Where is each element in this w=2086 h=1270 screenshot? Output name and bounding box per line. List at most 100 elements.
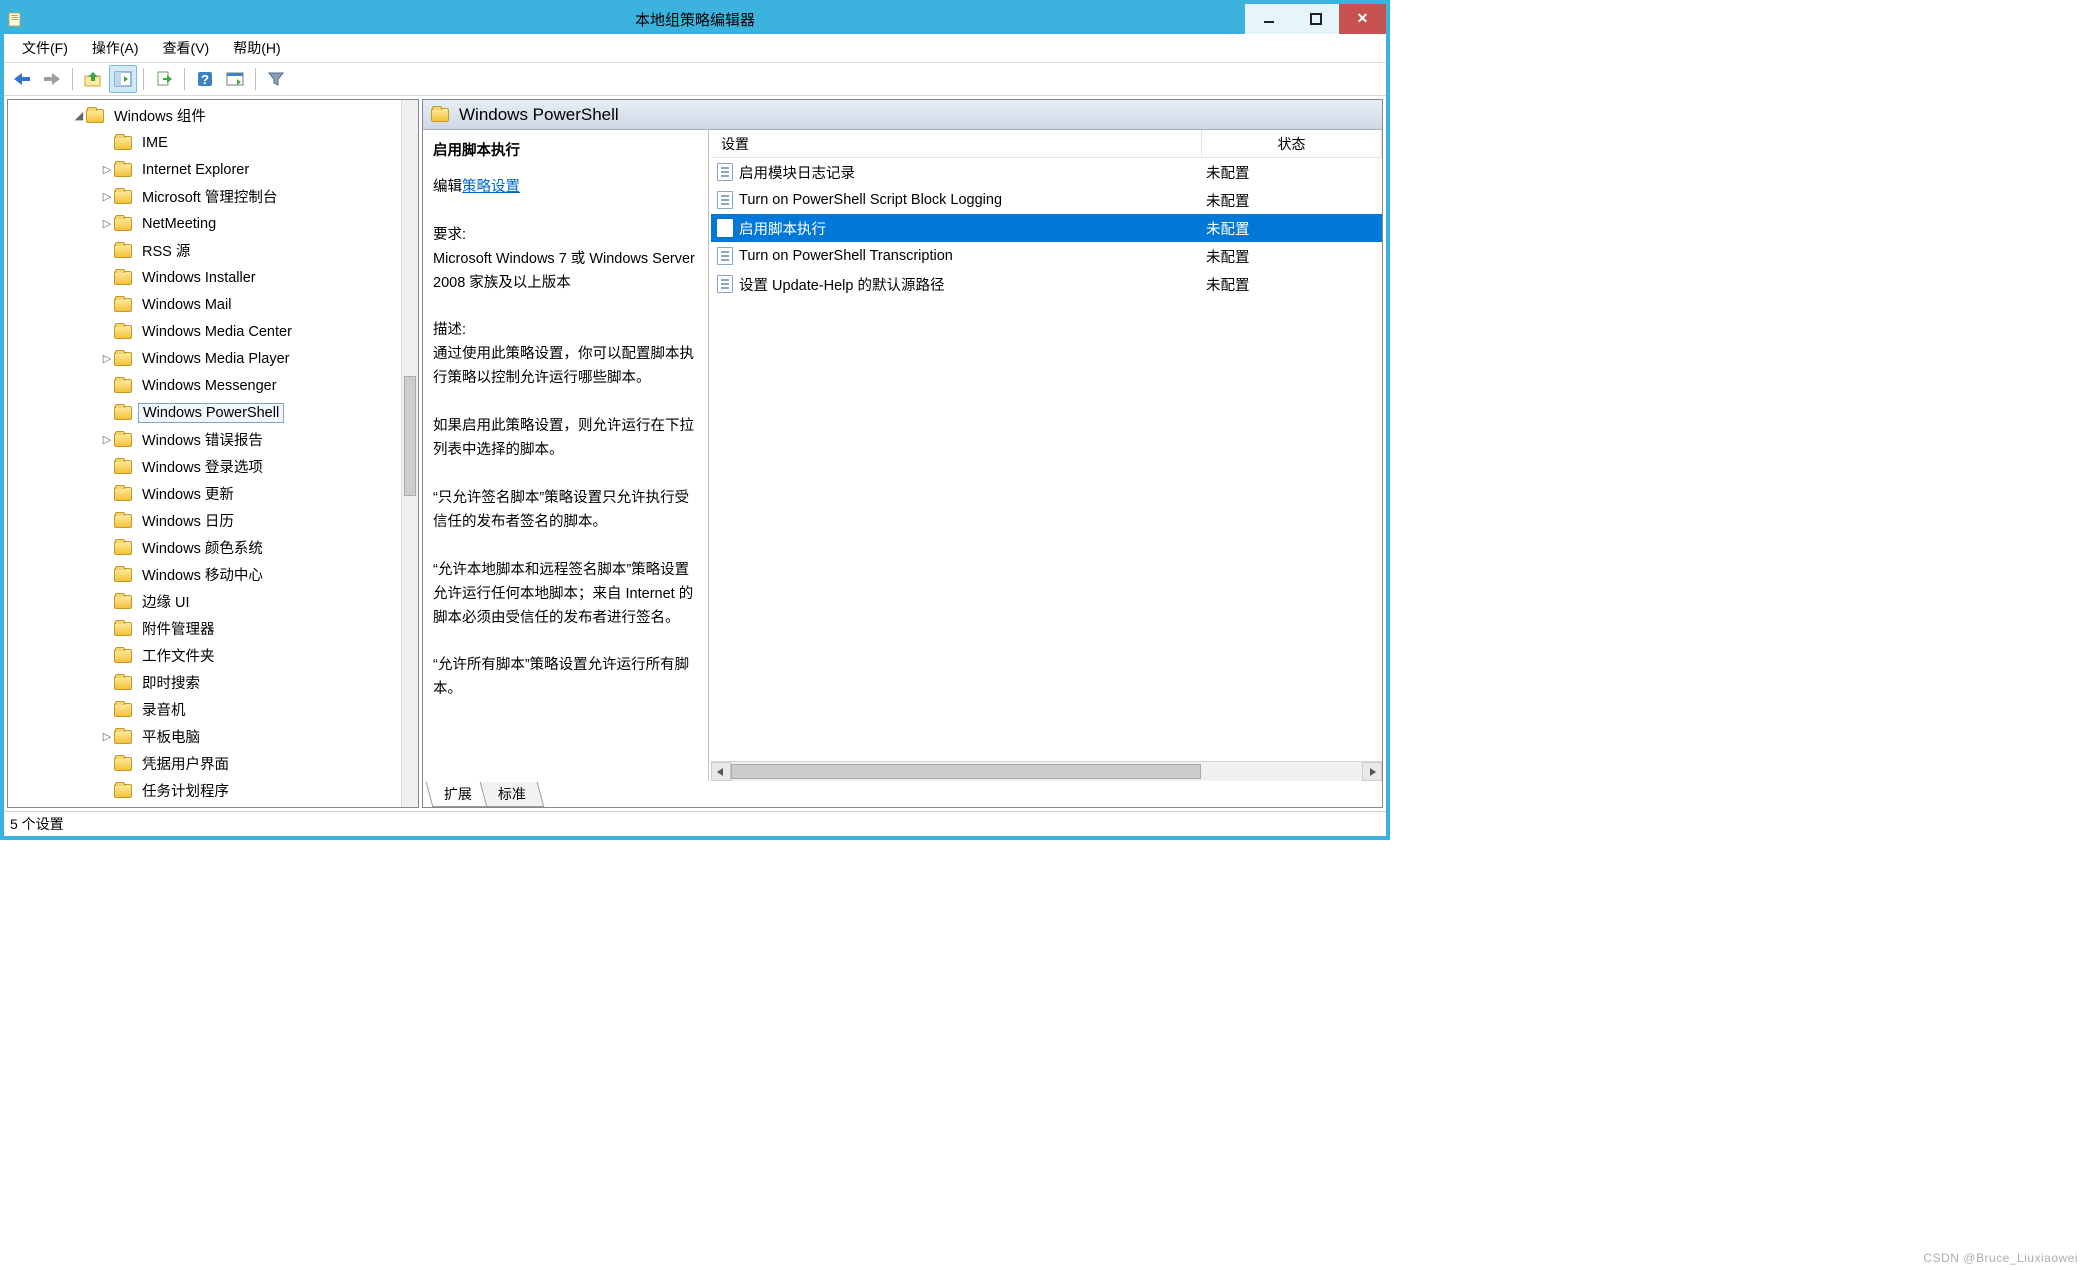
- settings-row-name: Turn on PowerShell Transcription: [739, 248, 953, 264]
- menu-action[interactable]: 操作(A): [80, 36, 151, 60]
- back-button[interactable]: [8, 65, 36, 93]
- expander-icon[interactable]: ▷: [100, 730, 114, 743]
- close-icon: ✕: [1357, 11, 1369, 28]
- expander-icon[interactable]: ▷: [100, 190, 114, 203]
- tab-standard[interactable]: 标准: [480, 782, 545, 807]
- settings-row-state: 未配置: [1202, 274, 1382, 295]
- tree-item[interactable]: Windows 登录选项: [8, 453, 401, 480]
- menu-file[interactable]: 文件(F): [10, 36, 80, 60]
- toolbar: ?: [4, 62, 1386, 96]
- maximize-button[interactable]: [1292, 4, 1339, 34]
- show-hide-tree-button[interactable]: [109, 65, 137, 93]
- tree-item[interactable]: Windows 颜色系统: [8, 534, 401, 561]
- scroll-right-button[interactable]: [1362, 762, 1382, 781]
- tree-item-label: 工作文件夹: [138, 644, 219, 667]
- scrollbar-track[interactable]: [731, 762, 1362, 781]
- tree-item[interactable]: Windows Messenger: [8, 372, 401, 399]
- settings-row[interactable]: 设置 Update-Help 的默认源路径未配置: [711, 270, 1382, 298]
- menu-view[interactable]: 查看(V): [151, 36, 222, 60]
- close-button[interactable]: ✕: [1339, 4, 1386, 34]
- edit-link-row: 编辑策略设置: [433, 176, 696, 200]
- tree-item[interactable]: ▷Internet Explorer: [8, 156, 401, 183]
- folder-icon: [114, 352, 132, 366]
- up-level-button[interactable]: [79, 65, 107, 93]
- horizontal-scrollbar[interactable]: [711, 761, 1382, 781]
- settings-list[interactable]: 启用模块日志记录未配置Turn on PowerShell Script Blo…: [711, 158, 1382, 761]
- expander-icon[interactable]: ▷: [100, 352, 114, 365]
- tree-item[interactable]: 录音机: [8, 696, 401, 723]
- titlebar[interactable]: 本地组策略编辑器 ✕: [4, 4, 1386, 34]
- tree-item-label: Microsoft 管理控制台: [138, 185, 281, 208]
- forward-button[interactable]: [38, 65, 66, 93]
- nav-tree[interactable]: ◢Windows 组件IME▷Internet Explorer▷Microso…: [8, 100, 401, 806]
- tree-item[interactable]: 边缘 UI: [8, 588, 401, 615]
- folder-icon: [114, 595, 132, 609]
- tree-root[interactable]: ◢ Windows 组件: [8, 102, 401, 129]
- properties-button[interactable]: [221, 65, 249, 93]
- properties-icon: [226, 71, 244, 87]
- toolbar-separator: [143, 68, 144, 90]
- settings-row[interactable]: 启用脚本执行未配置: [711, 214, 1382, 242]
- settings-row[interactable]: 启用模块日志记录未配置: [711, 158, 1382, 186]
- description-p4: “允许本地脚本和远程签名脚本”策略设置允许运行任何本地脚本；来自 Interne…: [433, 559, 696, 631]
- tree-item[interactable]: 附件管理器: [8, 615, 401, 642]
- tree-item[interactable]: Windows Installer: [8, 264, 401, 291]
- tree-item-label: 任务计划程序: [138, 779, 233, 802]
- tree-item[interactable]: ▷ 平板电脑: [8, 723, 401, 750]
- collapse-icon[interactable]: ◢: [72, 109, 86, 122]
- tree-item[interactable]: ▷ Microsoft 管理控制台: [8, 183, 401, 210]
- expander-icon[interactable]: ▷: [100, 433, 114, 446]
- toolbar-separator: [72, 68, 73, 90]
- edit-policy-link[interactable]: 策略设置: [462, 179, 520, 195]
- tree-item[interactable]: ▷ Windows Media Player: [8, 345, 401, 372]
- policy-icon: [717, 275, 733, 293]
- tree-item[interactable]: Windows Media Center: [8, 318, 401, 345]
- minimize-icon: [1263, 13, 1275, 25]
- tree-item-label: 平板电脑: [138, 725, 204, 748]
- folder-icon: [114, 406, 132, 420]
- policy-icon: [717, 219, 733, 237]
- folder-icon: [114, 136, 132, 150]
- tree-item-label: Windows 颜色系统: [138, 536, 267, 559]
- menu-help[interactable]: 帮助(H): [221, 36, 292, 60]
- tree-scrollbar[interactable]: [401, 100, 418, 807]
- tree-item[interactable]: Windows 移动中心: [8, 561, 401, 588]
- tree-item-label: NetMeeting: [138, 215, 220, 233]
- requirement-label: 要求:: [433, 224, 696, 248]
- export-list-button[interactable]: [150, 65, 178, 93]
- tree-item[interactable]: Windows 日历: [8, 507, 401, 534]
- tree-item[interactable]: Windows 更新: [8, 480, 401, 507]
- settings-row[interactable]: Turn on PowerShell Transcription未配置: [711, 242, 1382, 270]
- scrollbar-thumb[interactable]: [731, 764, 1201, 779]
- tree-item[interactable]: ▷ NetMeeting: [8, 210, 401, 237]
- folder-icon: [114, 649, 132, 663]
- tree-pane: ◢Windows 组件IME▷Internet Explorer▷Microso…: [7, 99, 419, 808]
- up-folder-icon: [84, 71, 102, 87]
- scroll-left-button[interactable]: [711, 762, 731, 781]
- minimize-button[interactable]: [1245, 4, 1292, 34]
- header-setting[interactable]: 设置: [711, 130, 1202, 157]
- expander-icon[interactable]: ▷: [100, 163, 114, 176]
- tree-item[interactable]: IME: [8, 129, 401, 156]
- folder-icon: [86, 109, 104, 123]
- expander-icon[interactable]: ▷: [100, 217, 114, 230]
- scrollbar-thumb[interactable]: [404, 376, 416, 496]
- tree-item[interactable]: RSS 源: [8, 237, 401, 264]
- tree-item[interactable]: 任务计划程序: [8, 777, 401, 804]
- settings-row[interactable]: Turn on PowerShell Script Block Logging未…: [711, 186, 1382, 214]
- tree-root-label: Windows 组件: [110, 104, 210, 127]
- tree-item[interactable]: ▷Windows 错误报告: [8, 426, 401, 453]
- tree-item[interactable]: Windows PowerShell: [8, 399, 401, 426]
- tree-item[interactable]: 凭据用户界面: [8, 750, 401, 777]
- filter-button[interactable]: [262, 65, 290, 93]
- tree-item-label: Windows Media Player: [138, 350, 293, 368]
- folder-icon: [114, 190, 132, 204]
- tree-item[interactable]: Windows Mail: [8, 291, 401, 318]
- help-button[interactable]: ?: [191, 65, 219, 93]
- folder-icon: [114, 433, 132, 447]
- tree-item[interactable]: 即时搜索: [8, 669, 401, 696]
- folder-icon: [114, 757, 132, 771]
- tree-item[interactable]: 工作文件夹: [8, 642, 401, 669]
- list-header: 设置 状态: [711, 130, 1382, 158]
- header-state[interactable]: 状态: [1202, 130, 1382, 157]
